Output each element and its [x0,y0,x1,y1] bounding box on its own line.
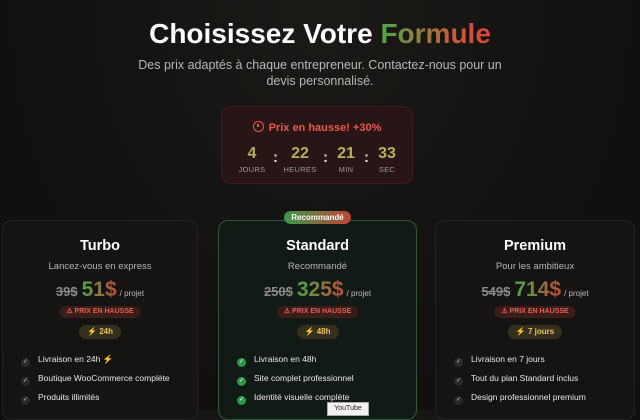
feature-item: ✓ Livraison en 7 jours [454,354,545,367]
feature-label: Identité visuelle complète [254,392,350,402]
page-title-accent: Formule [380,18,491,49]
current-price: 51$ [81,278,117,301]
price-unit: / projet [119,289,145,298]
recommended-badge: Recommandé [284,211,351,224]
feature-label: Livraison en 24h [38,354,101,364]
warning-icon: ⚠ [66,308,73,315]
current-price: 325$ [296,278,344,301]
delivery-speed-badge: ⚡ 48h [296,325,339,339]
countdown-heading-label: Prix en hausse! +30% [268,122,382,134]
feature-item: ✓ Livraison en 48h [237,354,316,367]
feature-label: Tout du plan Standard inclus [471,373,579,383]
page-title: Choisissez Votre Formule [0,18,640,50]
countdown-seconds: 33 SEC [367,145,407,174]
plan-card-standard[interactable]: Standard Recommandé 250$ 325$ / projet ⚠ P… [218,220,417,420]
countdown-label: HEURES [283,165,317,174]
check-icon: ✓ [237,358,246,367]
old-price: 549$ [481,284,511,299]
bolt-icon: ⚡ [515,327,526,336]
price-unit: / projet [346,289,372,298]
price-increase-badge: ⚠ PRIX EN HAUSSE [276,306,359,318]
feature-label: Produits illimités [38,392,100,402]
price-increase-badge: ⚠ PRIX EN HAUSSE [494,306,576,318]
check-icon: ✓ [237,396,246,405]
old-price: 39$ [55,284,78,299]
plan-card-turbo[interactable]: Turbo Lancez-vous en express 39$ 51$ / pro… [2,220,198,420]
feature-item: ✓ Livraison en 24h ⚡ [21,354,113,367]
countdown-timer: Prix en hausse! +30% 4 JOURS : 22 HEURES :… [221,106,413,184]
countdown-label: JOURS [238,165,266,174]
feature-label: Livraison en 48h [254,354,317,364]
countdown-value: 22 [291,145,309,162]
warning-icon: ⚠ [283,308,291,315]
plan-name: Standard [286,238,349,254]
countdown-value: 33 [378,145,396,162]
plan-card-premium[interactable]: Premium Pour les ambitieux 549$ 714$ / pro… [435,220,635,420]
check-icon: ✓ [454,358,463,367]
delivery-speed-badge: ⚡ 24h [79,325,121,339]
old-price: 250$ [263,284,293,299]
countdown-label: SEC [378,165,396,174]
countdown-minutes: 21 MIN [326,145,366,174]
tooltip: YouTube [327,402,369,416]
feature-item: ✓ Produits illimités [21,392,99,405]
countdown-days: 4 JOURS [232,145,272,174]
plan-tagline: Lancez-vous en express [48,261,152,272]
countdown-value: 4 [247,145,257,162]
check-icon: ✓ [237,377,246,386]
plan-tagline: Recommandé [287,261,348,272]
clock-icon [252,121,264,132]
page-subtitle: Des prix adaptés à chaque entrepreneur. … [138,58,502,88]
check-icon: ✓ [454,377,463,386]
countdown-separator: : [273,149,278,166]
feature-label: Boutique WooCommerce complète [38,373,170,383]
current-price: 714$ [514,278,562,301]
delivery-speed-label: 48h [316,327,331,336]
feature-label: Design professionnel premium [471,392,586,402]
price-increase-label: PRIX EN HAUSSE [74,308,134,315]
feature-item: ✓ Design professionnel premium [454,392,586,405]
price-unit: / projet [564,289,589,298]
bolt-icon: ⚡ [304,327,315,336]
check-icon: ✓ [21,377,30,386]
check-icon: ✓ [454,396,463,405]
countdown-hours: 22 HEURES [280,145,320,174]
countdown-label: MIN [338,165,354,174]
price-increase-label: PRIX EN HAUSSE [509,308,569,315]
plan-tagline: Pour les ambitieux [495,261,575,272]
page-title-main: Choisissez Votre [149,18,373,49]
check-icon: ✓ [21,396,30,405]
delivery-speed-badge: ⚡ 7 jours [507,325,563,339]
feature-item: ✓ Tout du plan Standard inclus [454,373,578,386]
feature-item: ✓ Boutique WooCommerce complète [21,373,170,386]
countdown-value: 21 [337,145,355,162]
countdown-heading: Prix en hausse! +30% [222,121,412,134]
plan-price: 549$ 714$ / projet [436,278,634,302]
plan-price: 39$ 51$ / projet [3,278,197,302]
plan-name: Premium [503,238,567,254]
check-icon: ✓ [21,358,30,367]
warning-icon: ⚠ [501,308,508,315]
feature-label: Livraison en 7 jours [471,354,545,364]
price-increase-badge: ⚠ PRIX EN HAUSSE [59,306,141,318]
plan-price: 250$ 325$ / projet [219,278,416,302]
price-increase-label: PRIX EN HAUSSE [292,308,352,315]
bolt-icon: ⚡ [87,327,97,336]
delivery-speed-label: 7 jours [527,327,555,336]
plan-name: Turbo [80,238,120,254]
feature-item: ✓ Site complet professionnel [237,373,354,386]
bolt-icon: ⚡ [102,354,114,364]
feature-label: Site complet professionnel [254,373,354,383]
delivery-speed-label: 24h [99,327,113,336]
